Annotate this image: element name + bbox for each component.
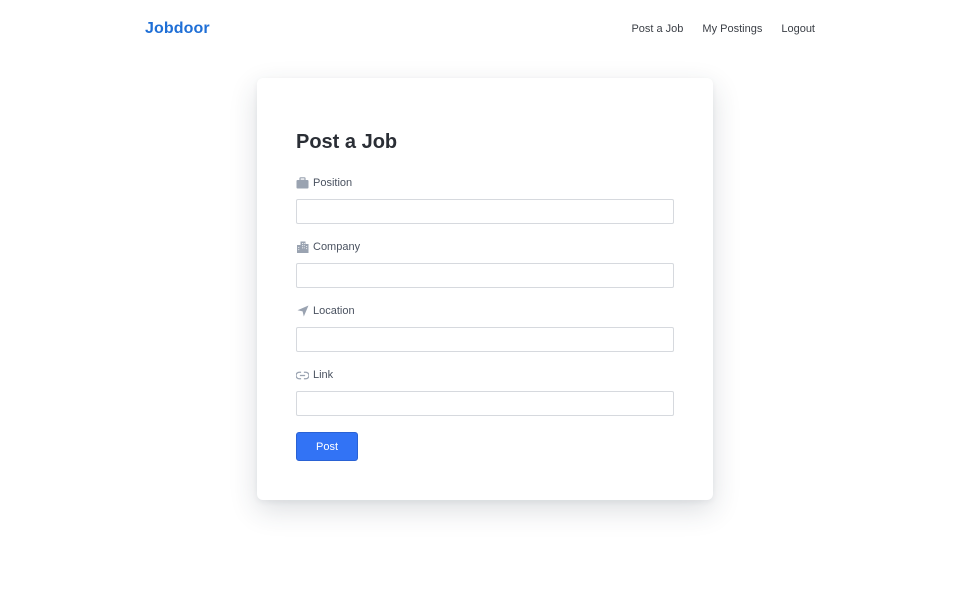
page-title: Post a Job [296,131,398,153]
location-field-group: Location [296,304,674,352]
link-input[interactable] [296,391,674,416]
building-icon [296,241,309,254]
link-icon [296,369,309,382]
location-input[interactable] [296,327,674,352]
position-input[interactable] [296,199,674,224]
nav-links: Post a Job My Postings Logout [631,23,815,35]
location-label: Location [296,304,674,318]
nav-link-logout[interactable]: Logout [781,23,815,35]
position-field-group: Position [296,176,674,224]
nav-link-my-postings[interactable]: My Postings [702,23,762,35]
link-label-text: Link [313,369,334,381]
company-label-text: Company [313,241,361,253]
navbar: Jobdoor Post a Job My Postings Logout [0,0,970,60]
company-input[interactable] [296,263,674,288]
location-label-text: Location [313,305,355,317]
company-label: Company [296,240,674,254]
position-label: Position [296,176,674,190]
position-label-text: Position [313,177,353,189]
post-button[interactable]: Post [296,432,358,461]
link-field-group: Link [296,368,674,416]
link-label: Link [296,368,674,382]
briefcase-icon [296,177,309,190]
brand-logo[interactable]: Jobdoor [145,20,210,38]
post-job-card: Post a Job Position Company Location Lin… [257,78,713,500]
nav-link-post-a-job[interactable]: Post a Job [631,23,683,35]
company-field-group: Company [296,240,674,288]
location-arrow-icon [296,305,309,318]
